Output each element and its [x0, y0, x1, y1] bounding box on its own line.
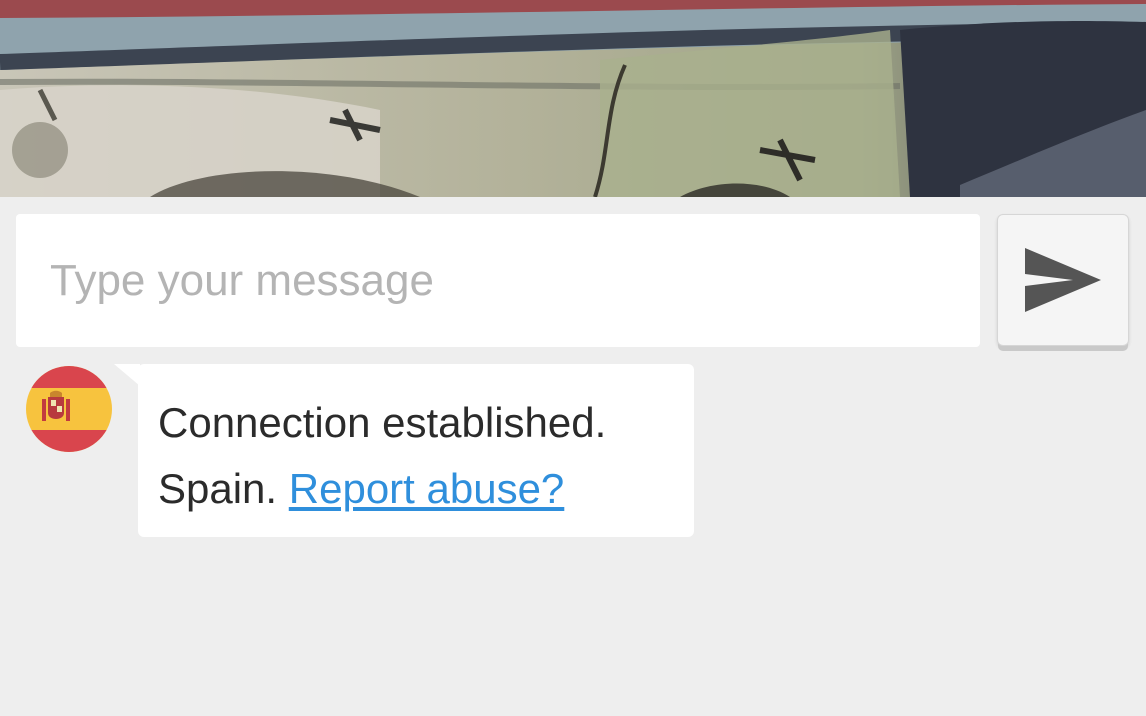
- send-button[interactable]: [997, 214, 1129, 346]
- connection-status-text: Connection established.: [158, 399, 607, 446]
- message-input[interactable]: [48, 254, 948, 307]
- send-icon: [1025, 248, 1101, 312]
- spain-flag-icon: [26, 366, 112, 452]
- message-bubble-tail: [114, 364, 140, 386]
- country-name: Spain.: [158, 465, 278, 512]
- chat-screen: Connection established. Spain. Report ab…: [0, 0, 1146, 716]
- message-composer: [16, 214, 980, 347]
- system-message-bubble: Connection established. Spain. Report ab…: [138, 364, 694, 537]
- country-line: Spain. Report abuse?: [158, 456, 674, 522]
- video-feed: [0, 0, 1146, 197]
- report-abuse-link[interactable]: Report abuse?: [289, 465, 565, 512]
- video-frame-image: [0, 0, 1146, 197]
